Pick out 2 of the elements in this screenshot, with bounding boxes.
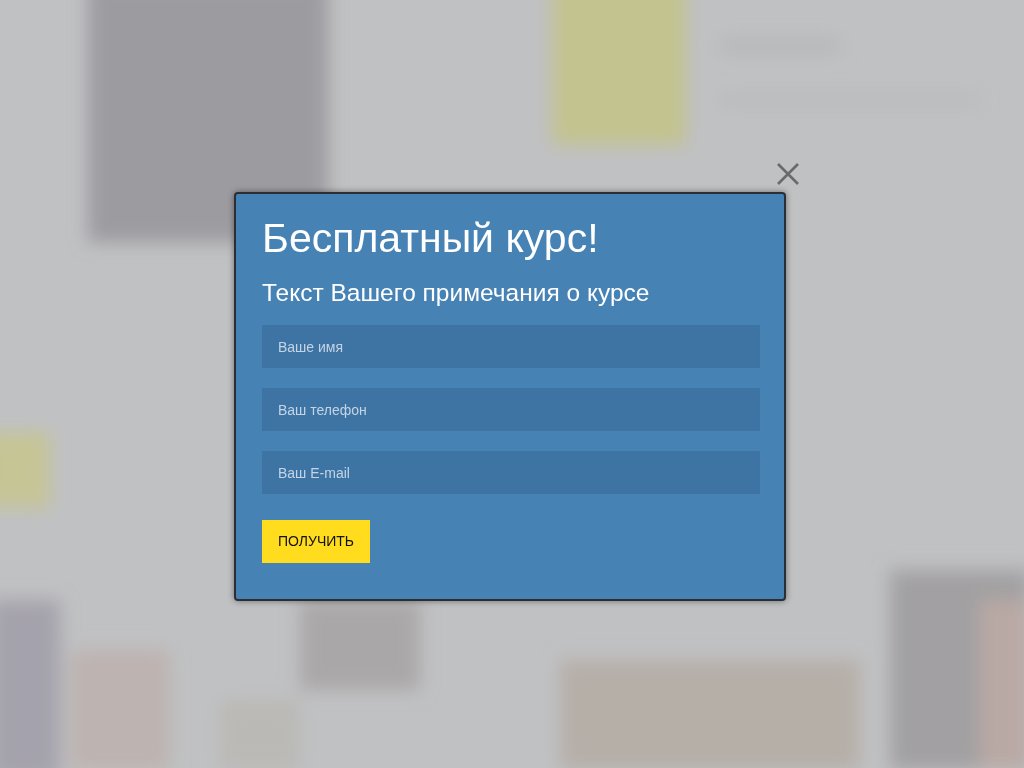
popup-title: Бесплатный курс! <box>262 214 600 262</box>
popup-subtitle: Текст Вашего примечания о курсе <box>262 278 651 308</box>
